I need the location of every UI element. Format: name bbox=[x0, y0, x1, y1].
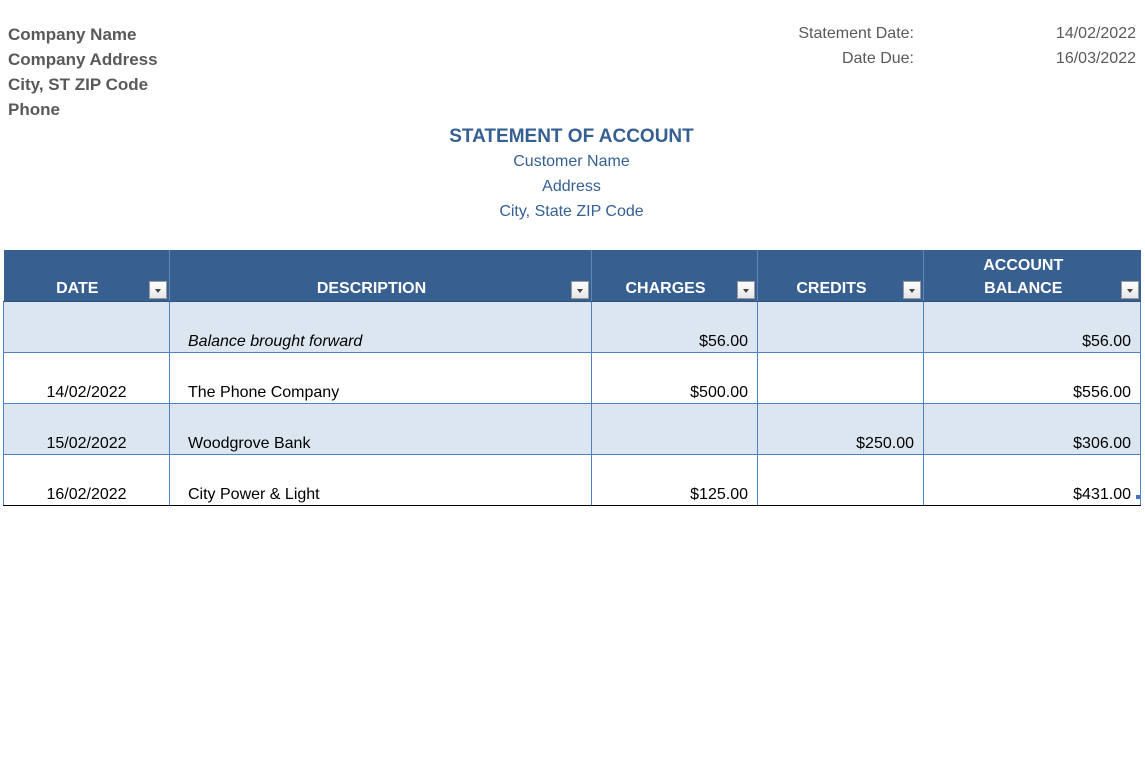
table-row: 16/02/2022 City Power & Light $125.00 $4… bbox=[3, 454, 1141, 506]
cell-charges[interactable]: $56.00 bbox=[591, 301, 758, 353]
customer-address: Address bbox=[542, 178, 601, 195]
customer-city-line: City, State ZIP Code bbox=[499, 203, 644, 220]
column-header-account-balance: ACCOUNT BALANCE bbox=[923, 250, 1141, 302]
column-header-charges: CHARGES bbox=[591, 250, 758, 302]
cell-charges[interactable] bbox=[591, 403, 758, 455]
dropdown-arrow-icon[interactable] bbox=[149, 281, 167, 299]
cell-description[interactable]: Woodgrove Bank bbox=[169, 403, 592, 455]
table-row: Balance brought forward $56.00 $56.00 bbox=[3, 301, 1141, 353]
statement-date-value: 14/02/2022 bbox=[1055, 25, 1136, 42]
cell-credits[interactable] bbox=[757, 352, 924, 404]
dropdown-arrow-icon[interactable] bbox=[1120, 281, 1139, 299]
cell-date[interactable]: 15/02/2022 bbox=[3, 403, 170, 455]
cell-description[interactable]: The Phone Company bbox=[169, 352, 592, 404]
cell-balance[interactable]: $306.00 bbox=[923, 403, 1141, 455]
dropdown-arrow-icon[interactable] bbox=[903, 281, 921, 299]
cell-balance[interactable]: $431.00 bbox=[923, 454, 1141, 506]
cell-credits[interactable]: $250.00 bbox=[757, 403, 924, 455]
dropdown-arrow-icon[interactable] bbox=[571, 281, 589, 299]
date-due-label: Date Due: bbox=[841, 50, 914, 67]
company-phone: Phone bbox=[8, 100, 60, 119]
company-city-line: City, ST ZIP Code bbox=[8, 75, 149, 94]
cell-credits[interactable] bbox=[757, 454, 924, 506]
cell-date[interactable]: 16/02/2022 bbox=[3, 454, 170, 506]
statement-date-label: Statement Date: bbox=[798, 25, 914, 42]
column-header-label: CHARGES bbox=[625, 280, 706, 297]
cell-date[interactable]: 14/02/2022 bbox=[3, 352, 170, 404]
column-header-label-line1: ACCOUNT bbox=[983, 257, 1064, 274]
statement-table: DATE DESCRIPTION CHARGES CREDITS ACCOUNT… bbox=[3, 250, 1141, 506]
table-row: 14/02/2022 The Phone Company $500.00 $55… bbox=[3, 352, 1141, 404]
date-due-value: 16/03/2022 bbox=[1055, 50, 1136, 67]
cell-charges[interactable]: $500.00 bbox=[591, 352, 758, 404]
column-header-label-line2: BALANCE bbox=[984, 280, 1063, 297]
column-header-description: DESCRIPTION bbox=[169, 250, 592, 302]
column-header-label: DESCRIPTION bbox=[316, 280, 427, 297]
cell-date[interactable] bbox=[3, 301, 170, 353]
table-resize-handle[interactable] bbox=[1136, 495, 1140, 499]
cell-description[interactable]: Balance brought forward bbox=[169, 301, 592, 353]
cell-balance[interactable]: $556.00 bbox=[923, 352, 1141, 404]
cell-description[interactable]: City Power & Light bbox=[169, 454, 592, 506]
cell-balance[interactable]: $56.00 bbox=[923, 301, 1141, 353]
company-name: Company Name bbox=[8, 25, 137, 44]
cell-credits[interactable] bbox=[757, 301, 924, 353]
column-header-credits: CREDITS bbox=[757, 250, 924, 302]
company-address: Company Address bbox=[8, 50, 158, 69]
column-header-label: CREDITS bbox=[796, 280, 867, 297]
cell-charges[interactable]: $125.00 bbox=[591, 454, 758, 506]
customer-name: Customer Name bbox=[513, 153, 630, 170]
table-row: 15/02/2022 Woodgrove Bank $250.00 $306.0… bbox=[3, 403, 1141, 455]
column-header-label: DATE bbox=[56, 280, 99, 297]
dropdown-arrow-icon[interactable] bbox=[737, 281, 755, 299]
table-header-row: DATE DESCRIPTION CHARGES CREDITS ACCOUNT… bbox=[3, 250, 1141, 302]
statement-title: STATEMENT OF ACCOUNT bbox=[449, 126, 694, 147]
column-header-date: DATE bbox=[3, 250, 170, 302]
